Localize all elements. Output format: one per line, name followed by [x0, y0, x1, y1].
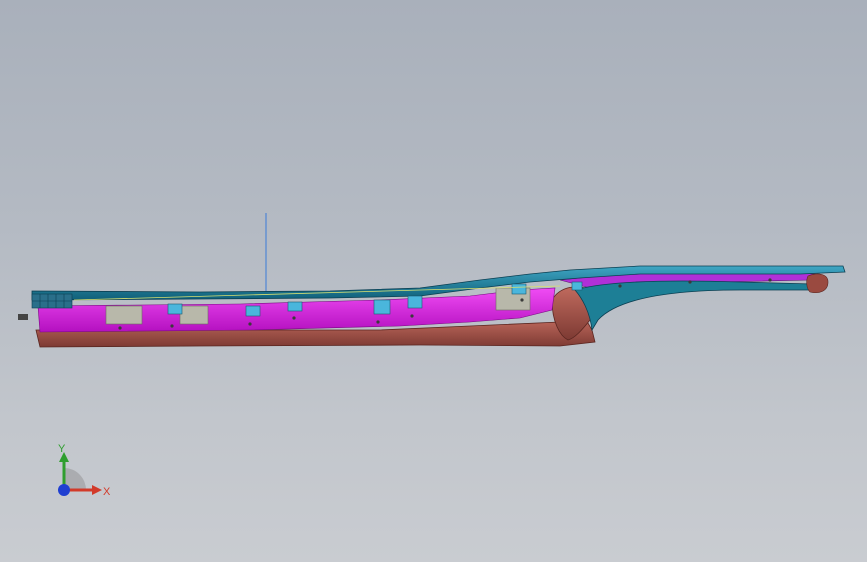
mounting-bracket	[245, 305, 261, 317]
shell-right-sweep	[574, 280, 813, 332]
mounting-bracket	[373, 299, 391, 315]
z-axis-dot-icon	[58, 484, 70, 496]
mounting-bracket	[511, 283, 527, 295]
mounting-bracket	[287, 301, 303, 312]
clip-block	[179, 305, 209, 325]
clip-block	[105, 305, 143, 325]
cad-model-view[interactable]	[0, 0, 867, 562]
triad-x-label: X	[103, 486, 111, 498]
mounting-bracket	[571, 281, 583, 291]
right-end-cap	[806, 273, 829, 293]
x-axis-arrow-icon	[92, 485, 102, 495]
mounting-bracket	[167, 303, 183, 315]
triad-y-label: Y	[58, 443, 66, 455]
orientation-triad: Y X	[48, 440, 118, 510]
cad-graphics-viewport[interactable]: Y X	[0, 0, 867, 562]
mounting-bracket	[407, 295, 423, 309]
